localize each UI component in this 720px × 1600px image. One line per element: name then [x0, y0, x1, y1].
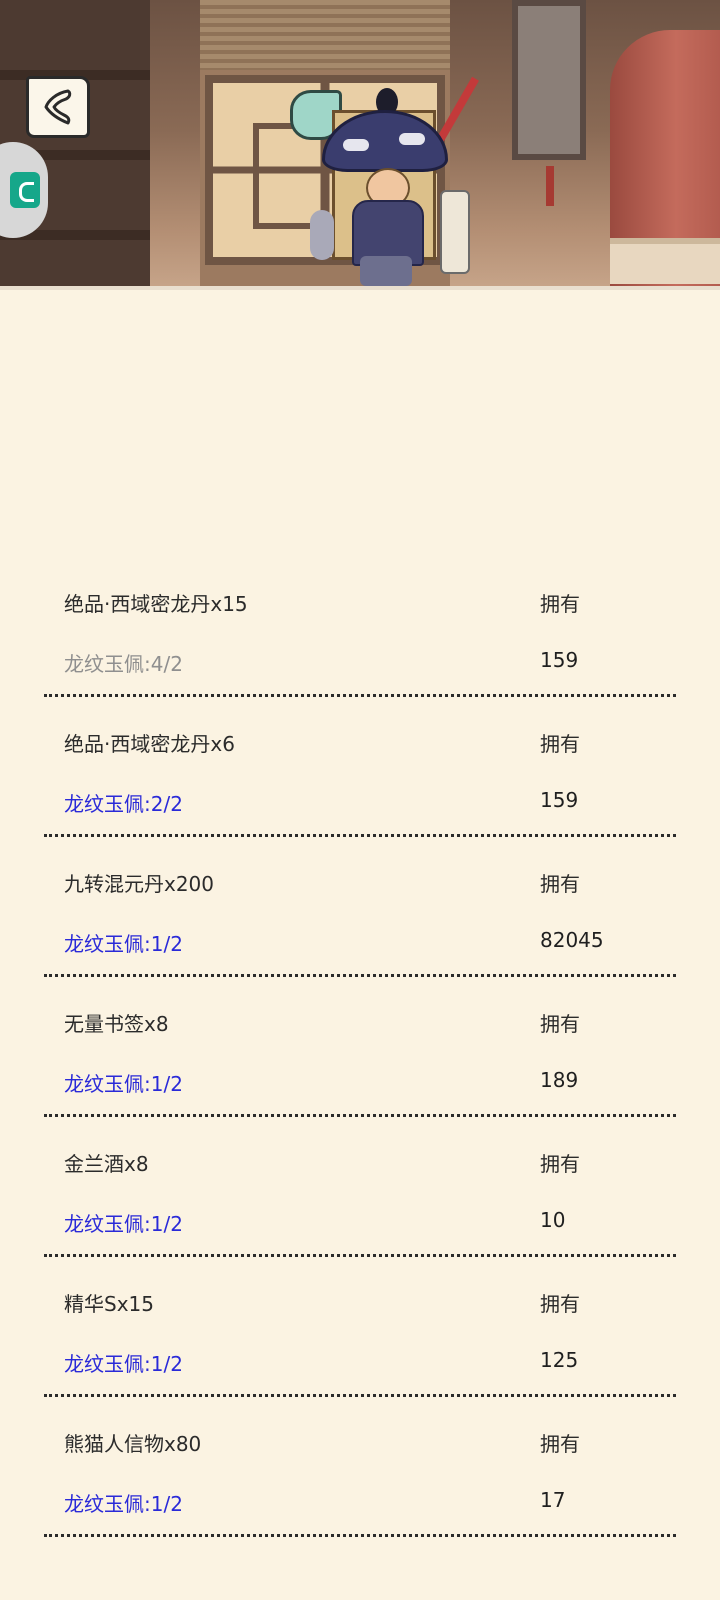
owned-count: 82045 [540, 928, 604, 952]
requirement-text: 龙纹玉佩:1/2 [64, 1212, 183, 1236]
list-item[interactable]: 无量书签x8 拥有 龙纹玉佩:1/2 189 [0, 990, 720, 1130]
item-name[interactable]: 绝品·西域密龙丹x6 [64, 728, 235, 757]
list-item[interactable]: 熊猫人信物x80 拥有 龙纹玉佩:1/2 17 [0, 1410, 720, 1550]
window-blinds [200, 0, 450, 70]
own-label: 拥有 [540, 732, 580, 756]
scroll-icon [440, 190, 470, 274]
merchant-character [290, 70, 480, 290]
requirement-text: 龙纹玉佩:1/2 [64, 1072, 183, 1096]
owned-count: 10 [540, 1208, 566, 1232]
owned-count: 159 [540, 648, 579, 672]
header-illustration [0, 0, 720, 290]
wall-scroll [512, 0, 586, 206]
own-label: 拥有 [540, 592, 580, 616]
sword-icon [437, 76, 479, 142]
own-label: 拥有 [540, 1292, 580, 1316]
dotted-divider [44, 1114, 676, 1117]
requirement-text: 龙纹玉佩:1/2 [64, 1492, 183, 1516]
legs [360, 256, 412, 286]
app-shortcut-icon [10, 172, 40, 208]
requirement-text: 龙纹玉佩:4/2 [64, 652, 183, 676]
requirement-text: 龙纹玉佩:1/2 [64, 1352, 183, 1376]
exchange-list: 绝品·西域密龙丹x15 拥有 龙纹玉佩:4/2 159 绝品·西域密龙丹x6 拥… [0, 570, 720, 1550]
back-button[interactable] [26, 76, 90, 138]
own-label: 拥有 [540, 872, 580, 896]
list-item[interactable]: 绝品·西域密龙丹x15 拥有 龙纹玉佩:4/2 159 [0, 570, 720, 710]
list-item[interactable]: 金兰酒x8 拥有 龙纹玉佩:1/2 10 [0, 1130, 720, 1270]
dotted-divider [44, 1394, 676, 1397]
dotted-divider [44, 1254, 676, 1257]
dotted-divider [44, 974, 676, 977]
item-name[interactable]: 金兰酒x8 [64, 1148, 149, 1177]
gourd-icon [310, 210, 334, 260]
book-stack [610, 238, 720, 284]
own-label: 拥有 [540, 1432, 580, 1456]
requirement-text: 龙纹玉佩:2/2 [64, 792, 183, 816]
dotted-divider [44, 694, 676, 697]
back-chevron-icon [44, 89, 72, 125]
requirement-text: 龙纹玉佩:1/2 [64, 932, 183, 956]
own-label: 拥有 [540, 1012, 580, 1036]
owned-count: 17 [540, 1488, 566, 1512]
own-label: 拥有 [540, 1152, 580, 1176]
list-item[interactable]: 绝品·西域密龙丹x6 拥有 龙纹玉佩:2/2 159 [0, 710, 720, 850]
owned-count: 159 [540, 788, 579, 812]
owned-count: 125 [540, 1348, 579, 1372]
item-name[interactable]: 无量书签x8 [64, 1008, 169, 1037]
dotted-divider [44, 834, 676, 837]
item-name[interactable]: 熊猫人信物x80 [64, 1428, 201, 1457]
dotted-divider [44, 1534, 676, 1537]
item-name[interactable]: 九转混元丹x200 [64, 868, 214, 897]
side-shortcut-button[interactable] [0, 142, 48, 238]
item-name[interactable]: 绝品·西域密龙丹x15 [64, 588, 248, 617]
list-item[interactable]: 精华Sx15 拥有 龙纹玉佩:1/2 125 [0, 1270, 720, 1410]
list-item[interactable]: 九转混元丹x200 拥有 龙纹玉佩:1/2 82045 [0, 850, 720, 990]
owned-count: 189 [540, 1068, 579, 1092]
item-name[interactable]: 精华Sx15 [64, 1288, 154, 1317]
